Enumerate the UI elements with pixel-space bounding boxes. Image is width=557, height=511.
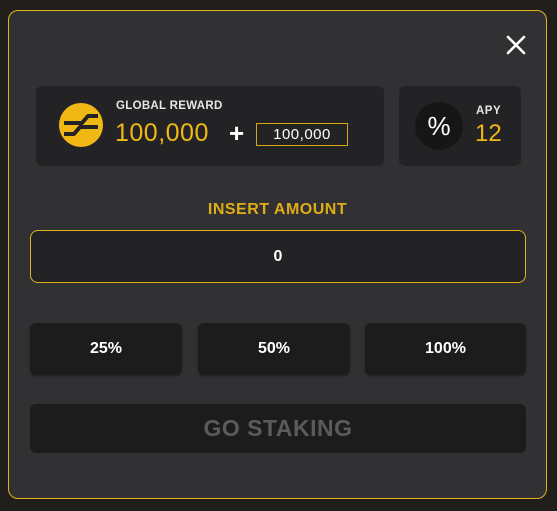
- coin-icon: [58, 102, 104, 148]
- percent-50-button[interactable]: 50%: [198, 323, 350, 375]
- insert-amount-label: INSERT AMOUNT: [207, 201, 348, 218]
- staking-modal: GLOBAL REWARD 100,000 + 100,000 % APY 12…: [8, 10, 547, 499]
- percent-25-button[interactable]: 25%: [30, 323, 182, 375]
- plus-sign: +: [229, 118, 245, 148]
- global-reward-value: 100,000: [115, 119, 209, 147]
- apy-label: APY: [476, 105, 502, 117]
- close-icon[interactable]: [505, 34, 527, 56]
- global-reward-label: GLOBAL REWARD: [116, 100, 223, 112]
- apy-card: % APY 12: [399, 86, 521, 166]
- go-staking-button[interactable]: GO STAKING: [30, 404, 526, 453]
- global-reward-card: GLOBAL REWARD 100,000 + 100,000: [36, 86, 384, 166]
- percent-icon: %: [415, 102, 463, 150]
- extra-reward-value: 100,000: [256, 123, 348, 146]
- apy-value: 12: [475, 120, 502, 147]
- percent-100-button[interactable]: 100%: [365, 323, 526, 375]
- amount-input[interactable]: [30, 230, 526, 283]
